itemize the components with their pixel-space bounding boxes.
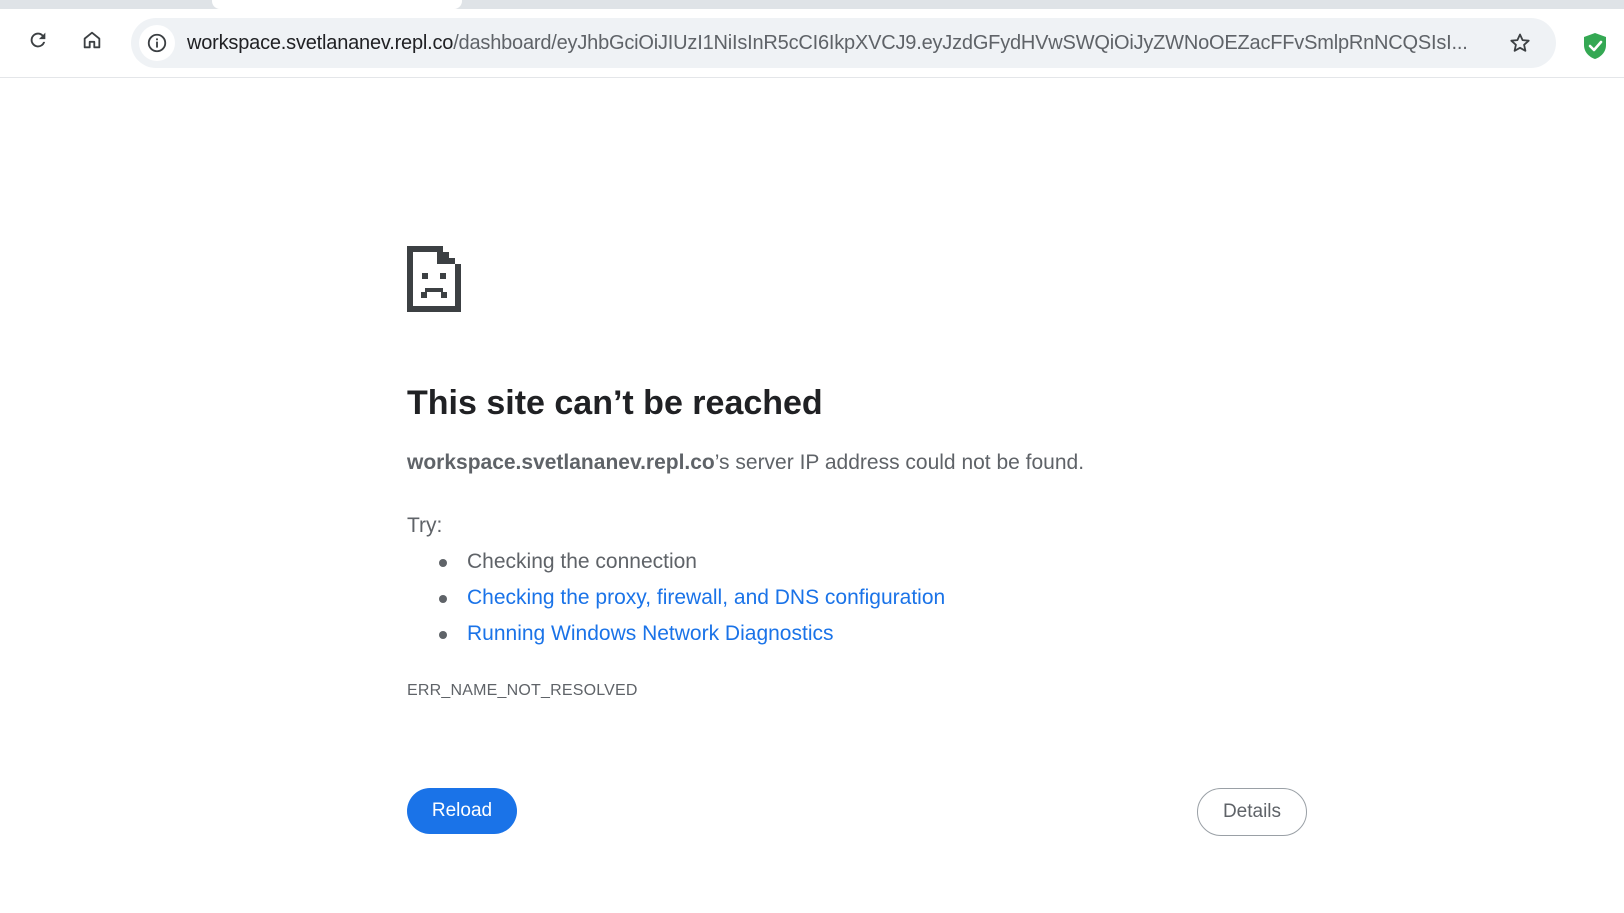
try-label: Try: bbox=[407, 514, 443, 537]
url-path: /dashboard/eyJhbGciOiJIUzI1NiIsInR5cCI6I… bbox=[453, 32, 1468, 54]
url-text[interactable]: workspace.svetlananev.repl.co/dashboard/… bbox=[187, 18, 1487, 68]
suggestions-list: Checking the connection Checking the pro… bbox=[407, 544, 945, 652]
reload-toolbar-button[interactable] bbox=[20, 22, 56, 58]
active-tab[interactable] bbox=[212, 0, 462, 9]
info-icon bbox=[147, 33, 167, 53]
site-info-button[interactable] bbox=[139, 25, 175, 61]
details-button[interactable]: Details bbox=[1197, 788, 1307, 836]
suggestion-network-diagnostics: Running Windows Network Diagnostics bbox=[438, 616, 945, 652]
home-button[interactable] bbox=[74, 22, 110, 58]
page-title: This site can’t be reached bbox=[407, 384, 823, 422]
error-code: ERR_NAME_NOT_RESOLVED bbox=[407, 682, 638, 699]
shield-check-icon bbox=[1584, 33, 1606, 59]
error-message: workspace.svetlananev.repl.co’s server I… bbox=[407, 451, 1084, 475]
error-content: This site can’t be reached workspace.sve… bbox=[407, 246, 1307, 836]
reload-icon bbox=[30, 32, 46, 48]
suggestion-check-connection: Checking the connection bbox=[438, 544, 945, 580]
extension-button[interactable] bbox=[1580, 31, 1610, 61]
proxy-firewall-dns-link[interactable]: Checking the proxy, firewall, and DNS co… bbox=[467, 586, 945, 609]
suggestion-check-proxy: Checking the proxy, firewall, and DNS co… bbox=[438, 580, 945, 616]
bookmark-button[interactable] bbox=[1502, 25, 1538, 61]
tab-strip bbox=[0, 0, 1624, 9]
browser-toolbar: workspace.svetlananev.repl.co/dashboard/… bbox=[0, 9, 1624, 78]
home-icon bbox=[83, 31, 101, 49]
reload-button[interactable]: Reload bbox=[407, 788, 517, 834]
sad-document-icon bbox=[407, 246, 461, 312]
error-host: workspace.svetlananev.repl.co bbox=[407, 451, 715, 474]
suggestion-text: Checking the connection bbox=[467, 550, 697, 573]
error-message-suffix: ’s server IP address could not be found. bbox=[714, 451, 1085, 474]
address-bar[interactable]: workspace.svetlananev.repl.co/dashboard/… bbox=[131, 18, 1556, 68]
network-diagnostics-link[interactable]: Running Windows Network Diagnostics bbox=[467, 622, 834, 645]
star-icon bbox=[1510, 33, 1530, 52]
url-host: workspace.svetlananev.repl.co bbox=[187, 32, 454, 54]
